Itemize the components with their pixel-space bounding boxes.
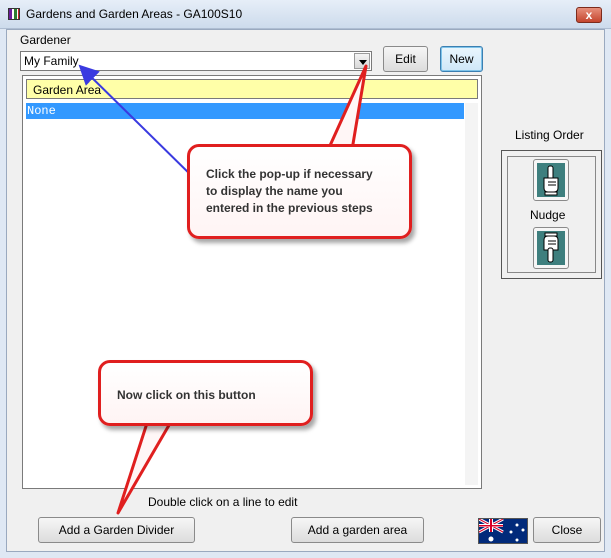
callout-popup-line-1: Click the pop-up if necessary bbox=[206, 167, 373, 181]
add-garden-divider-button[interactable]: Add a Garden Divider bbox=[38, 517, 195, 543]
edit-button[interactable]: Edit bbox=[383, 46, 428, 72]
list-scrollbar[interactable] bbox=[465, 103, 478, 485]
callout-popup-hint: Click the pop-up if necessary to display… bbox=[187, 144, 412, 239]
listing-order-label: Listing Order bbox=[515, 128, 584, 142]
edit-hint-text: Double click on a line to edit bbox=[148, 495, 298, 509]
column-header-garden-area: Garden Area bbox=[26, 79, 478, 99]
window-title: Gardens and Garden Areas - GA100S10 bbox=[26, 7, 243, 21]
callout-popup-line-2: to display the name you bbox=[206, 184, 343, 198]
column-header-label: Garden Area bbox=[33, 83, 102, 97]
callout-button-line-1: Now click on this button bbox=[117, 388, 256, 402]
list-item[interactable]: None bbox=[26, 103, 464, 119]
garden-area-list[interactable]: Garden Area None bbox=[22, 75, 482, 489]
callout-button-hint: Now click on this button bbox=[98, 360, 313, 426]
chevron-down-icon[interactable] bbox=[354, 53, 370, 69]
close-button[interactable]: Close bbox=[533, 517, 601, 543]
nudge-up-button[interactable] bbox=[533, 159, 569, 201]
gardener-label: Gardener bbox=[20, 33, 71, 47]
title-bar: Gardens and Garden Areas - GA100S10 x bbox=[0, 0, 611, 29]
hand-pointing-up-icon bbox=[543, 165, 559, 196]
app-icon bbox=[8, 8, 20, 20]
gardener-selected-value: My Family bbox=[24, 54, 79, 68]
gardener-dropdown[interactable]: My Family bbox=[20, 51, 372, 71]
callout-popup-line-3: entered in the previous steps bbox=[206, 201, 373, 215]
new-button[interactable]: New bbox=[440, 46, 483, 72]
australia-flag-icon bbox=[478, 518, 528, 544]
add-garden-area-button[interactable]: Add a garden area bbox=[291, 517, 424, 543]
window-close-button[interactable]: x bbox=[576, 7, 602, 23]
list-item-label: None bbox=[27, 104, 56, 118]
nudge-label: Nudge bbox=[530, 208, 566, 222]
hand-pointing-down-icon bbox=[543, 232, 559, 263]
nudge-down-button[interactable] bbox=[533, 227, 569, 269]
